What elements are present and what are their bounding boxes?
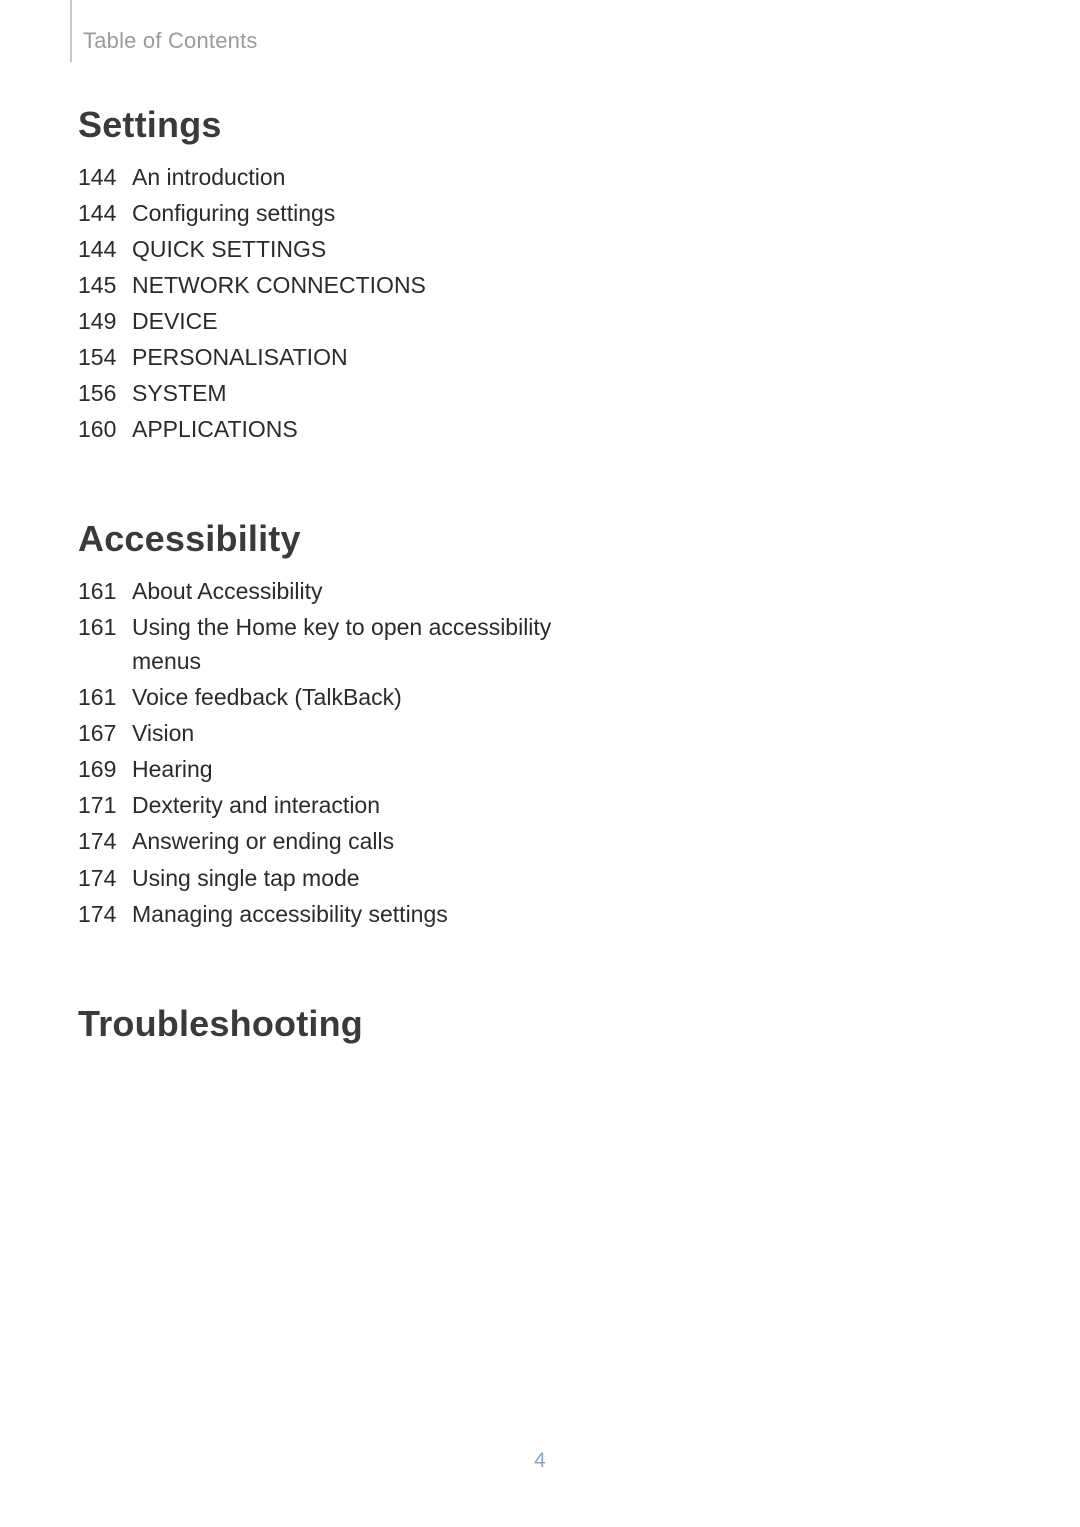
section-title[interactable]: Accessibility [78, 518, 558, 560]
toc-page-number: 171 [78, 788, 132, 822]
toc-item[interactable]: 174 Using single tap mode [78, 861, 558, 895]
toc-item[interactable]: 144 Configuring settings [78, 196, 558, 230]
toc-content: Settings 144 An introduction 144 Configu… [78, 104, 558, 1117]
toc-label: PERSONALISATION [132, 340, 558, 374]
toc-item[interactable]: 154 PERSONALISATION [78, 340, 558, 374]
toc-item[interactable]: 174 Managing accessibility settings [78, 897, 558, 931]
toc-label: Managing accessibility settings [132, 897, 558, 931]
toc-page-number: 144 [78, 160, 132, 194]
toc-item[interactable]: 171 Dexterity and interaction [78, 788, 558, 822]
toc-item[interactable]: 167 Vision [78, 716, 558, 750]
toc-label: About Accessibility [132, 574, 558, 608]
toc-page-number: 144 [78, 232, 132, 266]
header-title: Table of Contents [83, 28, 258, 54]
toc-page-number: 156 [78, 376, 132, 410]
toc-page-number: 174 [78, 824, 132, 858]
toc-label: Hearing [132, 752, 558, 786]
toc-label: QUICK SETTINGS [132, 232, 558, 266]
toc-section-settings: Settings 144 An introduction 144 Configu… [78, 104, 558, 446]
toc-section-troubleshooting: Troubleshooting [78, 1003, 558, 1045]
toc-item[interactable]: 161 Voice feedback (TalkBack) [78, 680, 558, 714]
toc-item[interactable]: 144 An introduction [78, 160, 558, 194]
toc-label: SYSTEM [132, 376, 558, 410]
toc-item[interactable]: 149 DEVICE [78, 304, 558, 338]
toc-page-number: 174 [78, 897, 132, 931]
toc-label: Answering or ending calls [132, 824, 558, 858]
toc-page-number: 167 [78, 716, 132, 750]
toc-label: Using single tap mode [132, 861, 558, 895]
toc-label: An introduction [132, 160, 558, 194]
toc-label: APPLICATIONS [132, 412, 558, 446]
toc-label: Dexterity and interaction [132, 788, 558, 822]
toc-item[interactable]: 169 Hearing [78, 752, 558, 786]
toc-label: Voice feedback (TalkBack) [132, 680, 558, 714]
toc-page-number: 161 [78, 610, 132, 644]
page-number: 4 [0, 1449, 1080, 1473]
header-rule [70, 0, 72, 62]
toc-page-number: 149 [78, 304, 132, 338]
toc-label: NETWORK CONNECTIONS [132, 268, 558, 302]
toc-page-number: 160 [78, 412, 132, 446]
toc-page-number: 144 [78, 196, 132, 230]
toc-label: DEVICE [132, 304, 558, 338]
section-title[interactable]: Settings [78, 104, 558, 146]
toc-item[interactable]: 161 About Accessibility [78, 574, 558, 608]
toc-section-accessibility: Accessibility 161 About Accessibility 16… [78, 518, 558, 930]
toc-item[interactable]: 156 SYSTEM [78, 376, 558, 410]
toc-page-number: 145 [78, 268, 132, 302]
toc-item[interactable]: 160 APPLICATIONS [78, 412, 558, 446]
toc-label: Configuring settings [132, 196, 558, 230]
toc-label: Using the Home key to open accessibility… [132, 610, 558, 678]
toc-page-number: 161 [78, 680, 132, 714]
toc-page-number: 169 [78, 752, 132, 786]
toc-item[interactable]: 145 NETWORK CONNECTIONS [78, 268, 558, 302]
toc-list: 161 About Accessibility 161 Using the Ho… [78, 574, 558, 930]
toc-item[interactable]: 144 QUICK SETTINGS [78, 232, 558, 266]
toc-label: Vision [132, 716, 558, 750]
toc-list: 144 An introduction 144 Configuring sett… [78, 160, 558, 446]
section-title[interactable]: Troubleshooting [78, 1003, 558, 1045]
toc-item[interactable]: 161 Using the Home key to open accessibi… [78, 610, 558, 678]
page-container: Table of Contents Settings 144 An introd… [0, 0, 1080, 1527]
toc-item[interactable]: 174 Answering or ending calls [78, 824, 558, 858]
toc-page-number: 161 [78, 574, 132, 608]
toc-page-number: 174 [78, 861, 132, 895]
toc-page-number: 154 [78, 340, 132, 374]
